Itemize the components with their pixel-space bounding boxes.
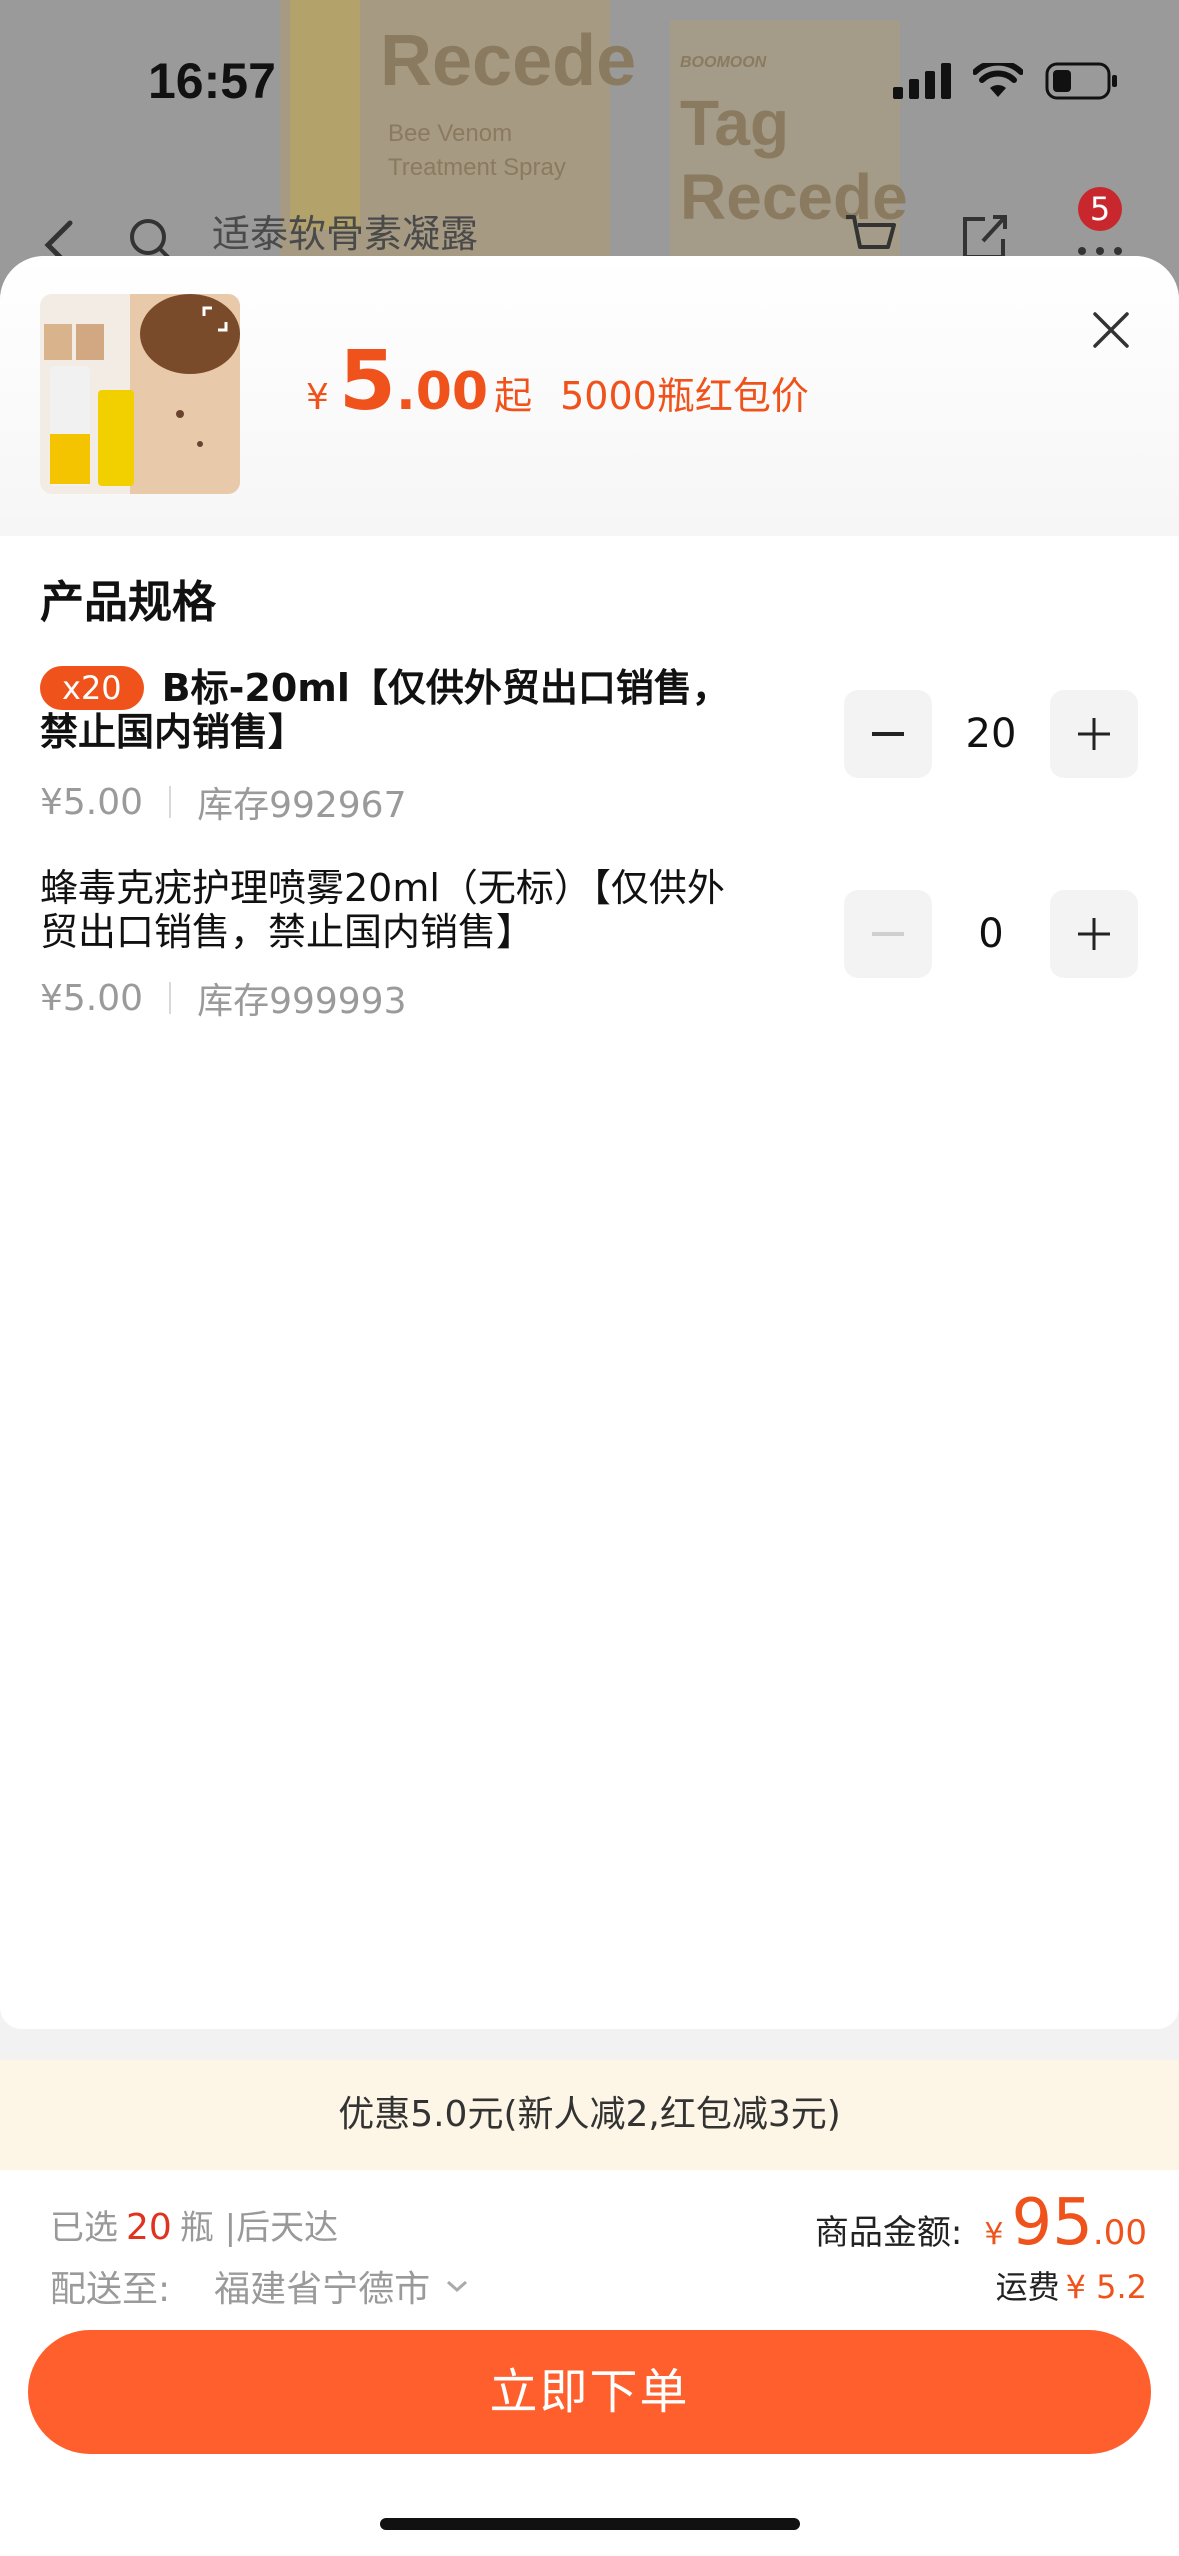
selection-prefix: 已选 bbox=[50, 2208, 118, 2248]
banner-word: Treatment Spray bbox=[388, 154, 566, 181]
checkout-bar: 已选 20 瓶 |后天达 配送至: 福建省宁德市 商品金额: ¥ 95 .00 运费… bbox=[0, 2170, 1179, 2556]
selection-suffix: 瓶 |后天达 bbox=[179, 2208, 339, 2248]
quantity-stepper[interactable]: 0 bbox=[844, 890, 1138, 978]
status-time: 16:57 bbox=[148, 53, 276, 109]
amount-decimal: .00 bbox=[1092, 2213, 1147, 2253]
destination-label: 配送至: bbox=[50, 2269, 171, 2310]
battery-icon bbox=[1045, 62, 1117, 100]
decrement-button[interactable] bbox=[844, 690, 932, 778]
home-indicator bbox=[380, 2518, 800, 2530]
quantity-badge: x20 bbox=[40, 666, 144, 710]
divider bbox=[169, 982, 172, 1014]
decrement-button[interactable] bbox=[844, 890, 932, 978]
banner-word: BOOMOON bbox=[680, 54, 767, 71]
shipping-value: ¥ 5.2 bbox=[1065, 2268, 1147, 2306]
banner-word: Tag bbox=[680, 87, 790, 159]
banner-word: Recede bbox=[380, 21, 637, 101]
delivery-destination[interactable]: 配送至: 福建省宁德市 bbox=[50, 2260, 474, 2312]
banner-word: Bee Venom bbox=[388, 120, 513, 147]
amount-label: 商品金额: bbox=[814, 2213, 963, 2253]
search-query[interactable]: 适泰软骨素凝露 bbox=[212, 203, 478, 258]
place-order-button[interactable]: 立即下单 bbox=[28, 2330, 1151, 2454]
price-display: ¥ 5 .00 起 5000瓶红包价 bbox=[306, 334, 809, 429]
quantity-value[interactable]: 0 bbox=[932, 911, 1050, 957]
destination-city[interactable]: 福建省宁德市 bbox=[214, 2260, 430, 2312]
spec-row: 蜂毒克疣护理喷雾20ml（无标）【仅供外贸出口销售，禁止国内销售】 ¥5.00 … bbox=[0, 866, 1179, 1066]
price-note: 5000瓶红包价 bbox=[560, 374, 809, 418]
spec-list: 产品规格 x20 B标-20ml【仅供外贸出口销售，禁止国内销售】 ¥5.00 库… bbox=[0, 536, 1179, 2029]
selection-summary: 已选 20 瓶 |后天达 bbox=[50, 2200, 338, 2249]
expand-icon[interactable] bbox=[200, 304, 230, 334]
spec-meta: ¥5.00 库存992967 bbox=[40, 776, 407, 828]
spec-price: ¥5.00 bbox=[40, 977, 144, 1019]
quantity-stepper[interactable]: 20 bbox=[844, 690, 1138, 778]
spec-title: 蜂毒克疣护理喷雾20ml（无标）【仅供外贸出口销售，禁止国内销售】 bbox=[40, 866, 725, 954]
close-icon[interactable] bbox=[1089, 308, 1133, 352]
spec-name[interactable]: 蜂毒克疣护理喷雾20ml（无标）【仅供外贸出口销售，禁止国内销售】 bbox=[40, 866, 730, 954]
shipping-fee: 运费 ¥ 5.2 bbox=[996, 2262, 1147, 2308]
goods-amount: 商品金额: ¥ 95 .00 bbox=[815, 2186, 1147, 2260]
chevron-down-icon[interactable] bbox=[440, 2274, 474, 2298]
increment-button[interactable] bbox=[1050, 690, 1138, 778]
price-integer: 5 bbox=[338, 334, 396, 429]
minus-icon bbox=[872, 932, 904, 936]
cellular-signal-icon bbox=[893, 63, 951, 99]
spec-name[interactable]: x20 B标-20ml【仅供外贸出口销售，禁止国内销售】 bbox=[40, 666, 730, 754]
divider bbox=[169, 786, 172, 818]
spec-price: ¥5.00 bbox=[40, 781, 144, 823]
selection-count: 20 bbox=[126, 2207, 172, 2248]
sheet-header: ¥ 5 .00 起 5000瓶红包价 bbox=[0, 256, 1179, 536]
plus-icon bbox=[1078, 918, 1110, 950]
section-title: 产品规格 bbox=[40, 577, 216, 628]
cart-count-badge: 5 bbox=[1078, 187, 1122, 231]
wifi-icon bbox=[973, 63, 1023, 97]
discount-banner: 优惠5.0元(新人减2,红包减3元) bbox=[0, 2060, 1179, 2170]
price-suffix: 起 bbox=[494, 374, 533, 418]
status-icons bbox=[893, 62, 1119, 100]
spec-stock: 库存999993 bbox=[197, 981, 407, 1022]
product-thumbnail[interactable] bbox=[40, 294, 240, 494]
quantity-value[interactable]: 20 bbox=[932, 711, 1050, 757]
background-product-page: Recede Bee Venom Treatment Spray BOOMOON… bbox=[0, 0, 1179, 300]
spec-meta: ¥5.00 库存999993 bbox=[40, 972, 407, 1024]
amount-integer: 95 bbox=[1011, 2186, 1093, 2260]
plus-icon bbox=[1078, 718, 1110, 750]
spec-title: B标-20ml【仅供外贸出口销售，禁止国内销售】 bbox=[40, 666, 730, 754]
shipping-label: 运费 bbox=[995, 2268, 1060, 2306]
minus-icon bbox=[872, 732, 904, 736]
spec-row: x20 B标-20ml【仅供外贸出口销售，禁止国内销售】 ¥5.00 库存9929… bbox=[0, 666, 1179, 866]
increment-button[interactable] bbox=[1050, 890, 1138, 978]
spec-selection-sheet: ¥ 5 .00 起 5000瓶红包价 产品规格 x20 B标-20ml【仅供外贸出… bbox=[0, 256, 1179, 2029]
amount-currency: ¥ bbox=[984, 2217, 1004, 2252]
price-currency: ¥ bbox=[306, 377, 329, 418]
price-decimal: .00 bbox=[395, 362, 489, 422]
spec-stock: 库存992967 bbox=[197, 785, 407, 826]
